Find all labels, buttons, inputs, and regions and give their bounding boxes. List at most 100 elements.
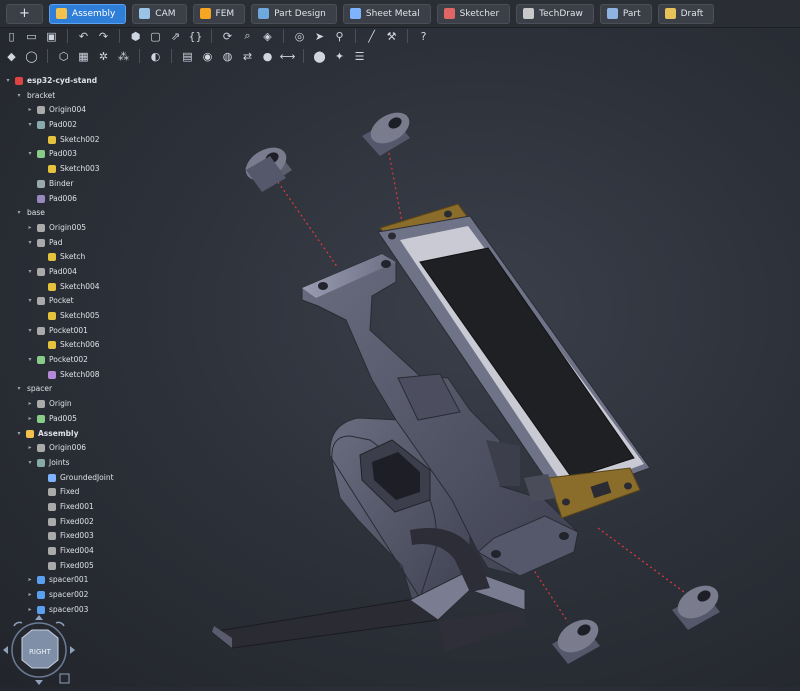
gear-shape-icon[interactable]: ✲ xyxy=(96,49,111,64)
workbench-tab-draft[interactable]: Draft xyxy=(657,3,715,24)
tree-item[interactable]: ▸ spacer002 xyxy=(0,588,130,603)
tree-item[interactable]: ▸ spacer003 xyxy=(0,603,130,614)
tree-item[interactable]: ▾ spacer xyxy=(0,382,130,397)
collapse-arrow-icon[interactable]: ▾ xyxy=(26,147,34,162)
tree-item[interactable]: Sketch003 xyxy=(0,162,130,177)
expand-arrow-icon[interactable]: ▸ xyxy=(26,588,34,603)
tree-item[interactable]: Fixed xyxy=(0,485,130,500)
expand-arrow-icon[interactable]: ▸ xyxy=(26,441,34,456)
add-workbench-button[interactable]: + xyxy=(6,3,43,24)
joint-ball-icon[interactable]: ● xyxy=(260,49,275,64)
expand-arrow-icon[interactable]: ▸ xyxy=(26,397,34,412)
tree-item[interactable]: Sketch005 xyxy=(0,309,130,324)
collapse-arrow-icon[interactable]: ▾ xyxy=(15,427,23,442)
workbench-tab-sheet-metal[interactable]: Sheet Metal xyxy=(342,3,431,24)
select-icon[interactable]: ➤ xyxy=(312,29,327,44)
spacer-bottom-left[interactable] xyxy=(552,613,604,664)
workbench-tab-cam[interactable]: CAM xyxy=(132,3,187,24)
collapse-arrow-icon[interactable]: ▾ xyxy=(26,265,34,280)
nav-arrow-right[interactable] xyxy=(70,646,75,654)
nodes-icon[interactable]: ⁂ xyxy=(116,49,131,64)
tree-item[interactable]: Sketch008 xyxy=(0,368,130,383)
rotate-left-arrow[interactable] xyxy=(13,621,23,627)
tree-item[interactable]: Sketch004 xyxy=(0,280,130,295)
tree-item[interactable]: ▸ Origin005 xyxy=(0,221,130,236)
expand-arrow-icon[interactable]: ▸ xyxy=(26,412,34,427)
tree-item[interactable]: Fixed005 xyxy=(0,559,130,574)
collapse-arrow-icon[interactable]: ▾ xyxy=(15,89,23,104)
zoom-selection-icon[interactable]: ⚲ xyxy=(332,29,347,44)
ring-icon[interactable]: ◯ xyxy=(24,49,39,64)
workbench-tool-icon[interactable]: ⚒ xyxy=(384,29,399,44)
nav-arrow-up[interactable] xyxy=(35,615,43,620)
box-icon[interactable]: ▦ xyxy=(76,49,91,64)
redo-icon[interactable]: ↷ xyxy=(96,29,111,44)
part-icon[interactable]: ⬢ xyxy=(128,29,143,44)
tree-item[interactable]: ▸ spacer001 xyxy=(0,573,130,588)
tree-item[interactable]: Fixed001 xyxy=(0,500,130,515)
tree-item[interactable]: Sketch006 xyxy=(0,338,130,353)
rotate-right-arrow[interactable] xyxy=(55,621,65,627)
joint-slider-icon[interactable]: ⇄ xyxy=(240,49,255,64)
folder-icon[interactable]: ▢ xyxy=(148,29,163,44)
std-views-icon[interactable]: ◎ xyxy=(292,29,307,44)
spacer-bottom-right[interactable] xyxy=(672,579,724,630)
collapse-arrow-icon[interactable]: ▾ xyxy=(26,324,34,339)
expand-arrow-icon[interactable]: ▸ xyxy=(26,221,34,236)
refresh-icon[interactable]: ⟳ xyxy=(220,29,235,44)
joint-revolute-icon[interactable]: ◉ xyxy=(200,49,215,64)
collapse-arrow-icon[interactable]: ▾ xyxy=(26,118,34,133)
tree-item[interactable]: Fixed004 xyxy=(0,544,130,559)
workbench-tab-sketcher[interactable]: Sketcher xyxy=(436,3,511,24)
view-menu-cube-icon[interactable] xyxy=(59,673,70,684)
tree-item[interactable]: ▾ Joints xyxy=(0,456,130,471)
spacer-top-left[interactable] xyxy=(240,141,292,192)
tree-item[interactable]: ▾ esp32-cyd-stand xyxy=(0,74,130,89)
tree-item[interactable]: Sketch xyxy=(0,250,130,265)
solve-icon[interactable]: ⬤ xyxy=(312,49,327,64)
nav-arrow-down[interactable] xyxy=(35,680,43,685)
collapse-arrow-icon[interactable]: ▾ xyxy=(26,353,34,368)
expand-arrow-icon[interactable]: ▸ xyxy=(26,103,34,118)
joint-distance-icon[interactable]: ⟷ xyxy=(280,49,296,64)
tree-item[interactable]: GroundedJoint xyxy=(0,471,130,486)
tree-item[interactable]: ▾ Pad004 xyxy=(0,265,130,280)
tree-item[interactable]: ▸ Origin006 xyxy=(0,441,130,456)
collapse-arrow-icon[interactable]: ▾ xyxy=(15,382,23,397)
tree-item[interactable]: ▸ Origin004 xyxy=(0,103,130,118)
workbench-tab-fem[interactable]: FEM xyxy=(192,3,246,24)
insert-part-icon[interactable]: ⬡ xyxy=(56,49,71,64)
workbench-tab-assembly[interactable]: Assembly xyxy=(48,3,127,24)
joint-cylindrical-icon[interactable]: ◍ xyxy=(220,49,235,64)
workbench-tab-part[interactable]: Part xyxy=(599,3,652,24)
zoom-icon[interactable]: ⌕ xyxy=(240,29,255,44)
tree-item[interactable]: ▸ Pad005 xyxy=(0,412,130,427)
undo-icon[interactable]: ↶ xyxy=(76,29,91,44)
navigation-cube[interactable]: RIGHT xyxy=(2,614,76,687)
collapse-arrow-icon[interactable]: ▾ xyxy=(26,236,34,251)
tree-item[interactable]: ▾ Pocket002 xyxy=(0,353,130,368)
new-file-icon[interactable]: ▯ xyxy=(4,29,19,44)
tree-item[interactable]: ▾ bracket xyxy=(0,89,130,104)
tree-item[interactable]: ▾ Pad002 xyxy=(0,118,130,133)
open-file-icon[interactable]: ▭ xyxy=(24,29,39,44)
expand-arrow-icon[interactable]: ▸ xyxy=(26,573,34,588)
save-icon[interactable]: ▣ xyxy=(44,29,59,44)
bom-icon[interactable]: ☰ xyxy=(352,49,367,64)
joint-fixed-icon[interactable]: ▤ xyxy=(180,49,195,64)
3d-viewport[interactable] xyxy=(130,66,800,687)
workbench-tab-part-design[interactable]: Part Design xyxy=(251,3,337,24)
explode-icon[interactable]: ✦ xyxy=(332,49,347,64)
workbench-tab-techdraw[interactable]: TechDraw xyxy=(516,3,594,24)
tree-item[interactable]: Fixed002 xyxy=(0,515,130,530)
collapse-arrow-icon[interactable]: ▾ xyxy=(15,206,23,221)
tree-item[interactable]: Binder xyxy=(0,177,130,192)
spacer-top-right[interactable] xyxy=(362,106,415,156)
collapse-arrow-icon[interactable]: ▾ xyxy=(26,294,34,309)
tree-item[interactable]: ▾ Pad003 xyxy=(0,147,130,162)
collapse-arrow-icon[interactable]: ▾ xyxy=(4,74,12,89)
tree-item[interactable]: Sketch002 xyxy=(0,133,130,148)
collapse-arrow-icon[interactable]: ▾ xyxy=(26,456,34,471)
tree-item[interactable]: ▾ Assembly xyxy=(0,427,130,442)
tree-item[interactable]: Fixed003 xyxy=(0,529,130,544)
